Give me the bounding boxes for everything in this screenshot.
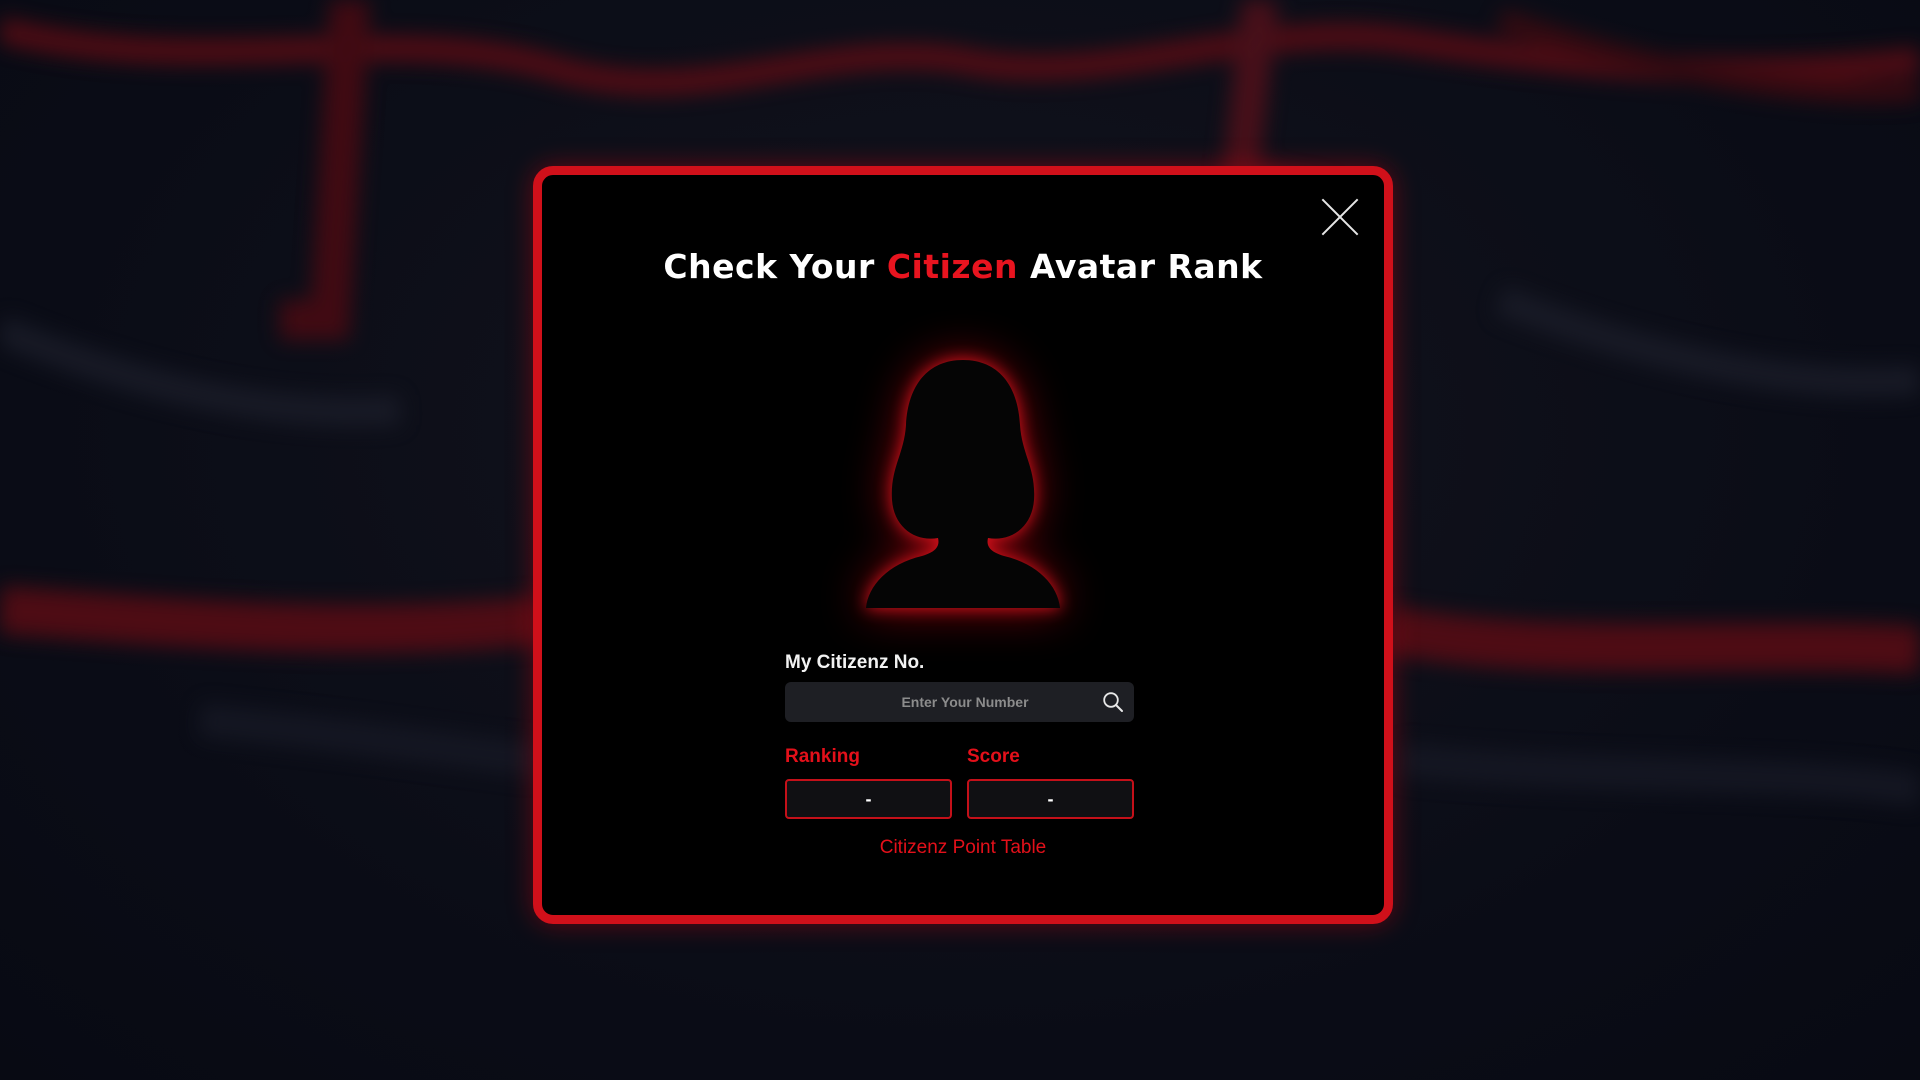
modal-title: Check Your Citizen Avatar Rank [542, 247, 1384, 286]
title-suffix: Avatar Rank [1018, 247, 1263, 286]
search-icon[interactable] [1102, 691, 1124, 713]
ranking-value: - [785, 779, 952, 819]
score-label: Score [967, 746, 1020, 767]
title-accent: Citizen [886, 247, 1019, 286]
score-value: - [967, 779, 1134, 819]
title-prefix: Check Your [663, 247, 887, 286]
citizenz-number-label: My Citizenz No. [785, 652, 925, 673]
citizenz-number-input[interactable] [785, 682, 1085, 722]
ranking-label: Ranking [785, 746, 860, 767]
close-icon[interactable] [1322, 199, 1358, 235]
citizenz-number-search [785, 682, 1134, 722]
citizenz-point-table-link[interactable]: Citizenz Point Table [542, 837, 1384, 859]
avatar-rank-modal: Check Your Citizen Avatar Rank My Citize… [533, 166, 1393, 924]
avatar-silhouette [838, 350, 1088, 610]
female-silhouette-icon [866, 360, 1060, 608]
